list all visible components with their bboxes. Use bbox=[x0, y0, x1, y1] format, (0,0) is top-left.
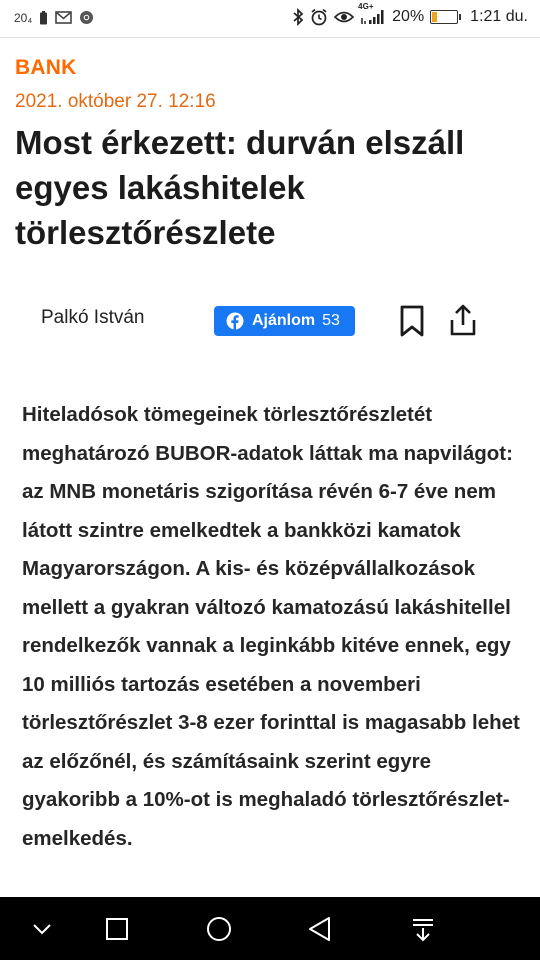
battery-small-icon bbox=[39, 10, 48, 25]
article-date: 2021. október 27. 12:16 bbox=[15, 91, 216, 112]
network-type: 4G+ bbox=[358, 2, 374, 11]
home-icon[interactable] bbox=[201, 911, 237, 947]
chevron-down-icon[interactable] bbox=[24, 911, 60, 947]
facebook-like-count: 53 bbox=[322, 312, 340, 329]
recents-icon[interactable] bbox=[99, 911, 135, 947]
article-category[interactable]: BANK bbox=[15, 56, 76, 80]
eye-icon bbox=[334, 10, 355, 24]
system-nav-bar bbox=[0, 897, 540, 960]
bookmark-icon[interactable] bbox=[398, 305, 426, 337]
battery-percent: 20% bbox=[392, 8, 425, 25]
download-icon[interactable] bbox=[405, 911, 441, 947]
alarm-icon bbox=[310, 8, 328, 26]
battery-icon bbox=[430, 10, 462, 24]
share-icon[interactable] bbox=[448, 303, 478, 337]
status-left-text: 20₄ bbox=[14, 10, 33, 25]
article-title: Most érkezett: durván elszáll egyes laká… bbox=[15, 124, 465, 251]
status-bar: 20₄ 4G+ 20% 1:21 du. bbox=[0, 0, 540, 36]
status-right: 4G+ 20% 1:21 du. bbox=[292, 2, 528, 26]
status-left: 20₄ bbox=[14, 10, 94, 25]
facebook-icon bbox=[226, 312, 244, 330]
gmail-icon bbox=[55, 11, 73, 24]
back-icon[interactable] bbox=[302, 911, 338, 947]
facebook-like-button[interactable]: Ajánlom 53 bbox=[214, 306, 355, 336]
status-time: 1:21 du. bbox=[470, 8, 528, 25]
article-author[interactable]: Palkó István bbox=[41, 307, 145, 329]
signal-icon: 4G+ bbox=[358, 2, 386, 25]
facebook-like-label: Ajánlom bbox=[252, 312, 316, 329]
chrome-icon bbox=[79, 10, 94, 25]
top-divider bbox=[0, 37, 540, 38]
article-lead: Hiteladósok tömegeinek törlesztőrészleté… bbox=[22, 403, 520, 850]
bluetooth-icon bbox=[292, 8, 304, 26]
